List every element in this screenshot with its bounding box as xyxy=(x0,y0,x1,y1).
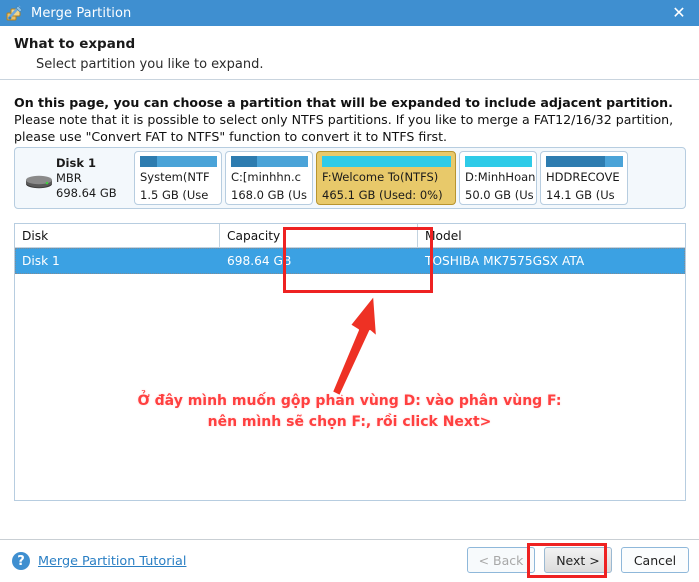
partition-size: 50.0 GB (Us xyxy=(465,188,534,202)
partition-label: F:Welcome To(NTFS) xyxy=(322,170,439,184)
hard-disk-icon xyxy=(22,158,56,198)
intro-rest: Please note that it is possible to selec… xyxy=(14,112,674,144)
column-header-model: Model xyxy=(425,228,462,243)
intro-bold: On this page, you can choose a partition… xyxy=(14,95,673,110)
partition-usage-bar xyxy=(322,156,451,167)
footer-buttons: < Back Next > Cancel xyxy=(458,547,689,573)
next-button[interactable]: Next > xyxy=(544,547,612,573)
disk-map: Disk 1 MBR 698.64 GB System(NTF 1.5 GB (U… xyxy=(14,147,686,209)
close-icon[interactable]: ✕ xyxy=(659,0,699,26)
footer-bar: ? Merge Partition Tutorial < Back Next > C… xyxy=(0,539,699,582)
window-title: Merge Partition xyxy=(31,5,132,21)
partition-strip: System(NTF 1.5 GB (Use C:[minhhn.c 168.0 GB… xyxy=(134,151,682,205)
page-title: What to expand xyxy=(14,36,136,52)
back-button: < Back xyxy=(467,547,535,573)
disk-table: Disk Capacity Model Disk 1 698.64 GB TOSHI… xyxy=(14,223,686,501)
partition-used-portion xyxy=(140,156,157,167)
partition-block-3[interactable]: D:MinhHoan 50.0 GB (Us xyxy=(459,151,537,205)
title-bar: Merge Partition ✕ xyxy=(0,0,699,26)
partition-size: 465.1 GB (Used: 0%) xyxy=(322,188,443,202)
table-body: Disk 1 698.64 GB TOSHIBA MK7575GSX ATA xyxy=(15,248,685,274)
page-body: On this page, you can choose a partition… xyxy=(0,81,699,539)
table-header-row: Disk Capacity Model xyxy=(15,224,685,248)
partition-usage-bar xyxy=(546,156,623,167)
partition-used-portion xyxy=(546,156,605,167)
partition-block-4[interactable]: HDDRECOVE 14.1 GB (Us xyxy=(540,151,628,205)
disk-name: Disk 1 xyxy=(56,155,96,170)
partition-label: D:MinhHoan xyxy=(465,170,536,184)
partition-label: System(NTF xyxy=(140,170,210,184)
partition-usage-bar xyxy=(140,156,217,167)
cell-disk: Disk 1 xyxy=(22,254,60,268)
partition-usage-bar xyxy=(231,156,308,167)
merge-partition-window: Merge Partition ✕ What to expand Select … xyxy=(0,0,699,582)
partition-label: C:[minhhn.c xyxy=(231,170,301,184)
disk-labels: Disk 1 MBR 698.64 GB xyxy=(56,156,117,201)
partition-size: 14.1 GB (Us xyxy=(546,188,615,202)
partition-usage-bar xyxy=(465,156,532,167)
partition-size: 168.0 GB (Us xyxy=(231,188,307,202)
cancel-button[interactable]: Cancel xyxy=(621,547,689,573)
intro-paragraph: On this page, you can choose a partition… xyxy=(14,94,685,145)
question-mark-icon[interactable]: ? xyxy=(12,552,30,570)
column-header-disk: Disk xyxy=(15,224,220,247)
cell-capacity: 698.64 GB xyxy=(227,254,292,268)
column-header-capacity: Capacity xyxy=(220,224,418,247)
table-row[interactable]: Disk 1 698.64 GB TOSHIBA MK7575GSX ATA xyxy=(15,248,685,274)
tutorial-link[interactable]: Merge Partition Tutorial xyxy=(38,554,186,569)
partition-used-portion xyxy=(231,156,258,167)
cell-model: TOSHIBA MK7575GSX ATA xyxy=(425,254,585,268)
tutorial-help[interactable]: ? Merge Partition Tutorial xyxy=(12,552,186,570)
merge-partition-icon xyxy=(6,4,24,22)
disk-scheme: MBR xyxy=(56,170,82,185)
partition-size: 1.5 GB (Use xyxy=(140,188,209,202)
partition-block-1[interactable]: C:[minhhn.c 168.0 GB (Us xyxy=(225,151,313,205)
page-header: What to expand Select partition you like… xyxy=(0,26,699,80)
partition-label: HDDRECOVE xyxy=(546,170,620,184)
disk-info: Disk 1 MBR 698.64 GB xyxy=(18,151,134,205)
partition-block-2[interactable]: F:Welcome To(NTFS) 465.1 GB (Used: 0%) xyxy=(316,151,456,205)
page-subtitle: Select partition you like to expand. xyxy=(36,57,264,72)
partition-block-0[interactable]: System(NTF 1.5 GB (Use xyxy=(134,151,222,205)
disk-size: 698.64 GB xyxy=(56,185,117,200)
